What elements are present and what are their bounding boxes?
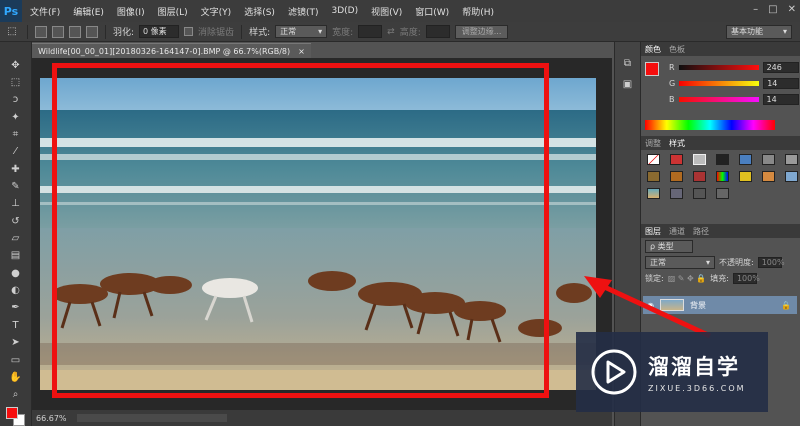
watermark-title: 溜溜自学 bbox=[648, 355, 740, 379]
watermark-url: ZIXUE.3D66.COM bbox=[648, 384, 746, 393]
arrow-shaft bbox=[596, 281, 712, 339]
watermark-text: 溜溜自学 ZIXUE.3D66.COM bbox=[648, 351, 746, 393]
play-logo-icon bbox=[591, 349, 637, 395]
watermark-badge: 溜溜自学 ZIXUE.3D66.COM bbox=[576, 332, 768, 412]
photoshop-window: Ps 文件(F) 编辑(E) 图像(I) 图层(L) 文字(Y) 选择(S) 滤… bbox=[0, 0, 800, 426]
